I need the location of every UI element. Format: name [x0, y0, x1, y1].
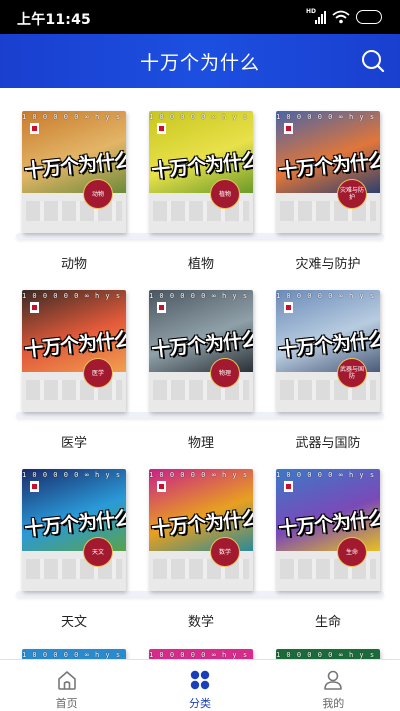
cover-badge: 动物 — [83, 179, 113, 209]
book-cover[interactable]: 1 0 0 0 0 0 ∞ h y s — [22, 649, 126, 659]
publisher-logo-icon — [284, 302, 293, 313]
cover-badge: 植物 — [210, 179, 240, 209]
book-label: 数学 — [187, 615, 214, 630]
status-time: 上午11:45 — [17, 12, 91, 28]
book-cover[interactable]: 1 0 0 0 0 0 ∞ h y s — [149, 649, 253, 659]
app-header: 十万个为什么 — [0, 34, 400, 88]
cover-decor-strip: 1 0 0 0 0 0 ∞ h y s — [149, 471, 249, 479]
publisher-logo-icon — [30, 481, 39, 492]
book-card[interactable]: 1 0 0 0 0 0 ∞ h y s 十万个为什么 武器与国防 武器与国防 — [276, 290, 380, 451]
book-card-partial[interactable]: 1 0 0 0 0 0 ∞ h y s — [22, 649, 126, 659]
status-icons: HD 39 — [306, 8, 382, 25]
battery-icon: 39 — [356, 10, 382, 24]
publisher-logo-icon — [157, 481, 166, 492]
book-label: 动物 — [60, 257, 87, 272]
page-title: 十万个为什么 — [139, 52, 260, 74]
cover-decor-strip: 1 0 0 0 0 0 ∞ h y s — [149, 292, 249, 300]
battery-percent: 39 — [362, 12, 376, 22]
wifi-icon — [332, 10, 350, 24]
bottom-navigation: 首页 分类 我的 — [0, 659, 400, 711]
cover-badge: 武器与国防 — [337, 358, 367, 388]
book-label: 天文 — [60, 615, 87, 630]
nav-category[interactable]: 分类 — [133, 660, 266, 711]
publisher-logo-icon — [284, 481, 293, 492]
book-cover[interactable]: 1 0 0 0 0 0 ∞ h y s 十万个为什么 数学 — [149, 469, 253, 591]
book-label: 医学 — [60, 436, 87, 451]
shelf — [16, 591, 384, 597]
publisher-logo-icon — [284, 123, 293, 134]
home-icon — [57, 671, 76, 690]
cover-decor-strip: 1 0 0 0 0 0 ∞ h y s — [149, 651, 249, 659]
book-label: 灾难与防护 — [295, 257, 361, 272]
book-cover[interactable]: 1 0 0 0 0 0 ∞ h y s 十万个为什么 灾难与防护 — [276, 111, 380, 233]
cover-decor-strip: 1 0 0 0 0 0 ∞ h y s — [276, 651, 376, 659]
publisher-logo-icon — [157, 302, 166, 313]
book-card[interactable]: 1 0 0 0 0 0 ∞ h y s 十万个为什么 动物 动物 — [22, 111, 126, 272]
book-card[interactable]: 1 0 0 0 0 0 ∞ h y s 十万个为什么 物理 物理 — [149, 290, 253, 451]
nav-category-label: 分类 — [188, 697, 211, 710]
book-label: 物理 — [187, 436, 214, 451]
cover-decor-strip: 1 0 0 0 0 0 ∞ h y s — [276, 471, 376, 479]
publisher-logo-icon — [30, 302, 39, 313]
cover-decor-strip: 1 0 0 0 0 0 ∞ h y s — [22, 471, 122, 479]
category-icon — [190, 670, 210, 690]
cover-badge: 医学 — [83, 358, 113, 388]
cover-decor-strip: 1 0 0 0 0 0 ∞ h y s — [22, 113, 122, 121]
book-label: 武器与国防 — [295, 436, 361, 451]
cover-decor-strip: 1 0 0 0 0 0 ∞ h y s — [22, 292, 122, 300]
book-label: 生命 — [314, 615, 341, 630]
cover-decor-strip: 1 0 0 0 0 0 ∞ h y s — [149, 113, 249, 121]
book-cover[interactable]: 1 0 0 0 0 0 ∞ h y s 十万个为什么 植物 — [149, 111, 253, 233]
book-card[interactable]: 1 0 0 0 0 0 ∞ h y s 十万个为什么 数学 数学 — [149, 469, 253, 630]
book-cover[interactable]: 1 0 0 0 0 0 ∞ h y s 十万个为什么 武器与国防 — [276, 290, 380, 412]
book-card-partial[interactable]: 1 0 0 0 0 0 ∞ h y s — [276, 649, 380, 659]
shelf — [16, 233, 384, 239]
cover-badge: 物理 — [210, 358, 240, 388]
search-icon[interactable] — [360, 48, 386, 74]
book-cover[interactable]: 1 0 0 0 0 0 ∞ h y s 十万个为什么 医学 — [22, 290, 126, 412]
profile-icon — [324, 670, 343, 690]
book-card[interactable]: 1 0 0 0 0 0 ∞ h y s 十万个为什么 天文 天文 — [22, 469, 126, 630]
book-cover[interactable]: 1 0 0 0 0 0 ∞ h y s 十万个为什么 生命 — [276, 469, 380, 591]
nav-home[interactable]: 首页 — [0, 660, 133, 711]
publisher-logo-icon — [30, 123, 39, 134]
signal-icon: HD — [306, 8, 326, 24]
cover-badge: 生命 — [337, 537, 367, 567]
publisher-logo-icon — [157, 123, 166, 134]
cover-badge: 数学 — [210, 537, 240, 567]
book-card-partial[interactable]: 1 0 0 0 0 0 ∞ h y s — [149, 649, 253, 659]
cover-decor-strip: 1 0 0 0 0 0 ∞ h y s — [276, 113, 376, 121]
category-grid: 1 0 0 0 0 0 ∞ h y s 十万个为什么 动物 动物 1 0 0 0 0 0… — [0, 88, 400, 659]
status-bar: 上午11:45 HD 39 — [0, 0, 400, 34]
cover-decor-strip: 1 0 0 0 0 0 ∞ h y s — [276, 292, 376, 300]
book-cover[interactable]: 1 0 0 0 0 0 ∞ h y s 十万个为什么 物理 — [149, 290, 253, 412]
book-label: 植物 — [187, 257, 214, 272]
book-card[interactable]: 1 0 0 0 0 0 ∞ h y s 十万个为什么 医学 医学 — [22, 290, 126, 451]
shelf — [16, 412, 384, 418]
nav-profile-label: 我的 — [322, 697, 345, 710]
book-cover[interactable]: 1 0 0 0 0 0 ∞ h y s 十万个为什么 天文 — [22, 469, 126, 591]
book-cover[interactable]: 1 0 0 0 0 0 ∞ h y s 十万个为什么 动物 — [22, 111, 126, 233]
cover-decor-strip: 1 0 0 0 0 0 ∞ h y s — [22, 651, 122, 659]
cover-badge: 天文 — [83, 537, 113, 567]
book-card[interactable]: 1 0 0 0 0 0 ∞ h y s 十万个为什么 生命 生命 — [276, 469, 380, 630]
nav-home-label: 首页 — [55, 697, 78, 710]
nav-profile[interactable]: 我的 — [267, 660, 400, 711]
book-cover[interactable]: 1 0 0 0 0 0 ∞ h y s — [276, 649, 380, 659]
book-card[interactable]: 1 0 0 0 0 0 ∞ h y s 十万个为什么 灾难与防护 灾难与防护 — [276, 111, 380, 272]
book-card[interactable]: 1 0 0 0 0 0 ∞ h y s 十万个为什么 植物 植物 — [149, 111, 253, 272]
cover-badge: 灾难与防护 — [337, 179, 367, 209]
